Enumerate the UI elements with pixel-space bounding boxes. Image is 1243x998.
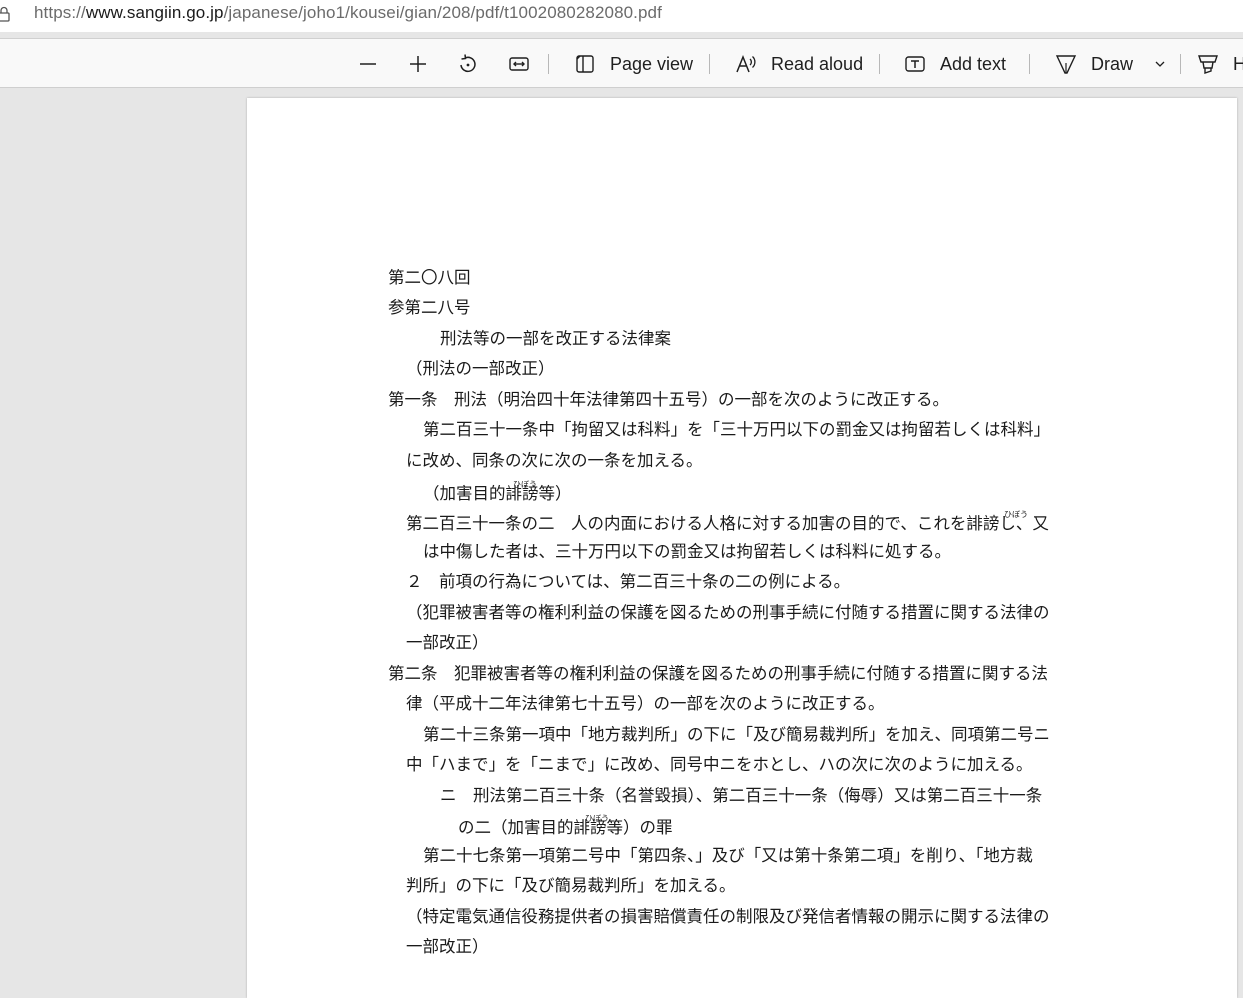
draw-button[interactable]: Draw bbox=[1055, 39, 1133, 89]
add-text-label: Add text bbox=[940, 53, 1007, 74]
add-text-button[interactable]: Add text bbox=[904, 39, 1006, 89]
url-host: www.sangiin.go.jp bbox=[85, 3, 224, 22]
doc-line-paragraph: 中「ハまで」を「ニまで」に改め、同号中ニをホとし、ハの次に次のように加える。 bbox=[406, 755, 1033, 774]
add-text-icon bbox=[905, 56, 925, 72]
draw-options-dropdown[interactable] bbox=[1153, 39, 1167, 89]
pdf-viewer[interactable]: 第二〇八回 参第二八号 刑法等の一部を改正する法律案 （刑法の一部改正） 第一条… bbox=[0, 88, 1243, 998]
highlighter-icon bbox=[1198, 55, 1218, 74]
zoom-out-button[interactable] bbox=[358, 39, 378, 89]
read-aloud-label: Read aloud bbox=[771, 53, 864, 74]
doc-line-paragraph: 第二百三十一条中「拘留又は科料」を「三十万円以下の罰金又は拘留若しくは科料」 bbox=[423, 420, 1050, 439]
pdf-toolbar: Page view Read aloud Add text Draw H bbox=[0, 38, 1243, 88]
read-aloud-icon bbox=[736, 54, 756, 73]
zoom-in-button[interactable] bbox=[408, 39, 428, 89]
page-view-button[interactable]: Page view bbox=[574, 39, 693, 89]
toolbar-divider bbox=[879, 54, 880, 74]
fit-width-icon bbox=[509, 57, 529, 71]
doc-line-paragraph: は中傷した者は、三十万円以下の罰金又は拘留若しくは科料に処する。 bbox=[423, 542, 951, 561]
doc-line-item: ニ 刑法第二百三十条（名誉毀損）、第二百三十一条（侮辱）又は第二百三十一条 bbox=[440, 786, 1043, 805]
minus-icon bbox=[360, 63, 376, 65]
doc-line-paragraph: 第二十七条第一項第二号中「第四条、」及び「又は第十条第二項」を削り、「地方裁 bbox=[423, 846, 1033, 865]
url-prefix: https:// bbox=[34, 3, 86, 22]
doc-line-heading: 一部改正） bbox=[406, 633, 489, 652]
doc-line-item: の二（加害目的誹謗等）の罪 bbox=[458, 818, 673, 837]
doc-line-paragraph: ２ 前項の行為については、第二百三十条の二の例による。 bbox=[406, 572, 851, 591]
toolbar-divider bbox=[1029, 54, 1030, 74]
doc-line-session: 第二〇八回 bbox=[388, 268, 471, 287]
doc-line-article: 第二百三十一条の二 人の内面における人格に対する加害の目的で、これを誹謗し、又 bbox=[406, 514, 1049, 533]
doc-line-heading: （特定電気通信役務提供者の損害賠償責任の制限及び発信者情報の開示に関する法律の bbox=[406, 907, 1050, 926]
fit-to-width-button[interactable] bbox=[508, 39, 530, 89]
chevron-down-icon bbox=[1155, 61, 1165, 67]
doc-line-article: 第二条 犯罪被害者等の権利利益の保護を図るための刑事手続に付随する措置に関する法 bbox=[388, 664, 1048, 683]
address-bar[interactable]: https://www.sangiin.go.jp/japanese/joho1… bbox=[0, 0, 1243, 32]
doc-line-paragraph: に改め、同条の次に次の一条を加える。 bbox=[406, 451, 703, 470]
doc-line-bill-title: 刑法等の一部を改正する法律案 bbox=[440, 329, 671, 348]
plus-icon bbox=[410, 56, 426, 72]
page-view-label: Page view bbox=[610, 53, 694, 74]
toolbar-divider bbox=[709, 54, 710, 74]
page-view-icon bbox=[576, 55, 594, 73]
highlight-button[interactable]: H bbox=[1197, 39, 1243, 89]
draw-pen-icon bbox=[1055, 55, 1077, 74]
read-aloud-button[interactable]: Read aloud bbox=[735, 39, 863, 89]
doc-line-bill-number: 参第二八号 bbox=[388, 298, 471, 317]
rotate-button[interactable] bbox=[457, 39, 479, 89]
doc-line-paragraph: 第二十三条第一項中「地方裁判所」の下に「及び簡易裁判所」を加え、同項第二号ニ bbox=[423, 725, 1050, 744]
doc-line-heading: （犯罪被害者等の権利利益の保護を図るための刑事手続に付随する措置に関する法律の bbox=[406, 603, 1050, 622]
doc-line-heading: （加害目的誹謗等） bbox=[423, 484, 572, 503]
doc-line-heading: （刑法の一部改正） bbox=[406, 359, 555, 378]
lock-icon[interactable] bbox=[0, 6, 10, 22]
highlight-label: H bbox=[1233, 53, 1243, 74]
doc-line-paragraph: 律（平成十二年法律第七十五号）の一部を次のように改正する。 bbox=[406, 694, 885, 713]
url-text[interactable]: https://www.sangiin.go.jp/japanese/joho1… bbox=[34, 3, 662, 23]
pdf-page[interactable]: 第二〇八回 参第二八号 刑法等の一部を改正する法律案 （刑法の一部改正） 第一条… bbox=[247, 98, 1237, 998]
doc-line-paragraph: 判所」の下に「及び簡易裁判所」を加える。 bbox=[406, 876, 736, 895]
doc-line-heading: 一部改正） bbox=[406, 937, 489, 956]
toolbar-divider bbox=[548, 54, 549, 74]
doc-line-article: 第一条 刑法（明治四十年法律第四十五号）の一部を次のように改正する。 bbox=[388, 390, 949, 409]
draw-label: Draw bbox=[1091, 53, 1134, 74]
rotate-icon bbox=[460, 54, 476, 73]
url-path: /japanese/joho1/kousei/gian/208/pdf/t100… bbox=[223, 3, 662, 22]
toolbar-divider bbox=[1180, 54, 1181, 74]
